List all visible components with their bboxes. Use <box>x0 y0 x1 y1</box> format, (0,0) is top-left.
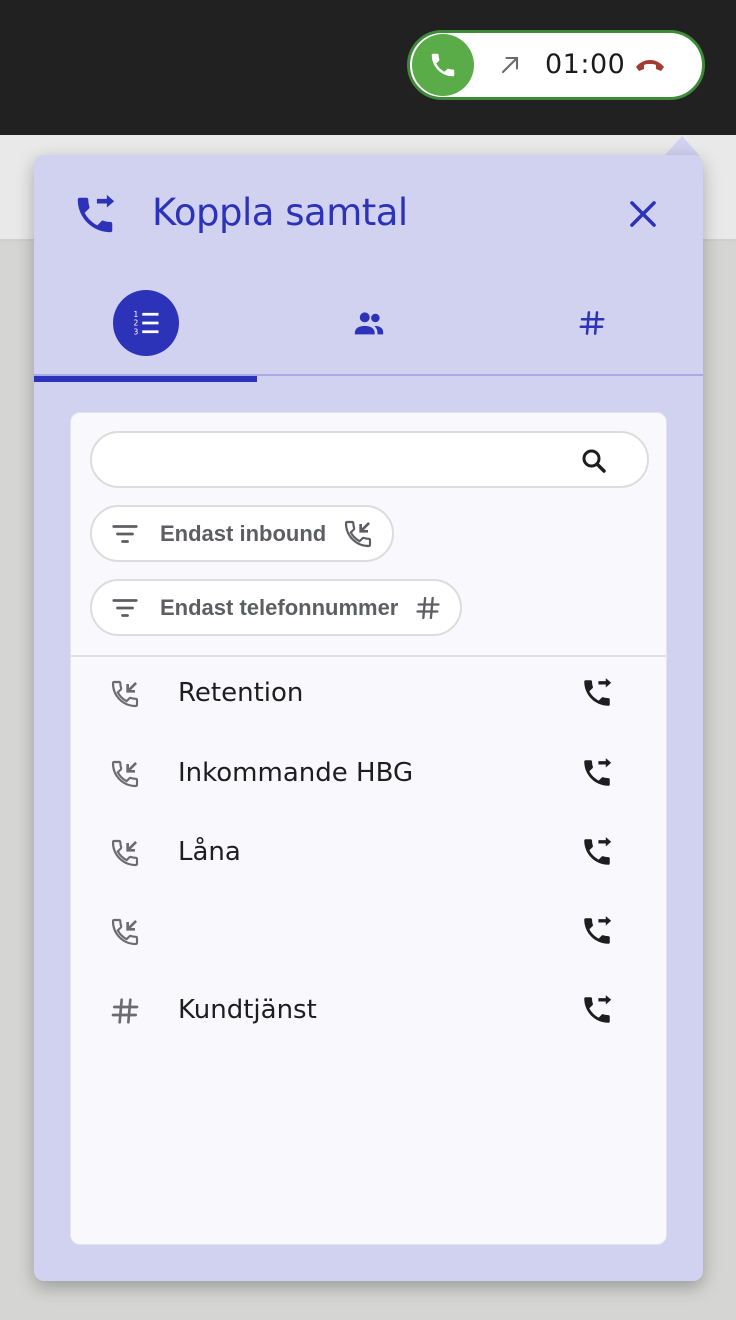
filter-chip-label: Endast inbound <box>160 520 327 546</box>
phone-forward-icon[interactable] <box>580 756 614 790</box>
tab-list[interactable]: 1 2 3 <box>34 285 257 361</box>
active-tab-underline <box>34 376 257 382</box>
panel-title: Koppla samtal <box>152 191 408 234</box>
phone-forward-icon <box>77 194 115 233</box>
phone-incoming-icon <box>109 758 141 790</box>
tab-number[interactable] <box>480 285 703 361</box>
phone-incoming-icon <box>109 678 141 710</box>
hangup-icon[interactable] <box>632 50 668 80</box>
expand-arrow-icon[interactable] <box>496 51 524 79</box>
phone-forward-icon[interactable] <box>580 835 614 869</box>
tab-contacts[interactable] <box>257 285 480 361</box>
svg-text:1: 1 <box>133 310 138 319</box>
destination-list-card: Endast inbound Endast telefonnummer Rete… <box>70 412 668 1245</box>
list-item[interactable]: Kundtjänst <box>71 981 668 1041</box>
filter-icon <box>110 593 140 623</box>
phone-incoming-icon <box>109 837 141 869</box>
hash-icon <box>109 995 141 1027</box>
popover-caret <box>664 136 700 156</box>
active-call-widget: 01:00 <box>407 30 705 100</box>
transfer-call-panel: Koppla samtal 1 2 3 Endast inbound Endas… <box>34 155 703 1281</box>
list-item-label: Inkommande HBG <box>178 758 414 788</box>
svg-text:3: 3 <box>133 327 138 336</box>
list-item-label: Låna <box>178 837 241 867</box>
call-timer: 01:00 <box>545 49 626 80</box>
list-item[interactable]: Låna <box>71 823 668 883</box>
phone-forward-icon[interactable] <box>580 914 614 948</box>
filter-icon <box>110 519 140 549</box>
list-item[interactable] <box>71 902 668 962</box>
list-item-label: Kundtjänst <box>178 995 317 1025</box>
phone-icon <box>428 50 458 80</box>
hash-icon <box>414 594 442 622</box>
list-item-label: Retention <box>178 678 304 708</box>
people-icon <box>354 312 383 335</box>
close-icon[interactable] <box>624 195 662 233</box>
list-item[interactable]: Retention <box>71 664 668 724</box>
phone-forward-icon[interactable] <box>580 993 614 1027</box>
filter-chip-inbound[interactable]: Endast inbound <box>90 505 395 562</box>
numbered-list-icon: 1 2 3 <box>133 310 158 336</box>
filter-chip-phone-numbers[interactable]: Endast telefonnummer <box>90 579 463 636</box>
search-input[interactable] <box>90 431 649 488</box>
list-item[interactable]: Inkommande HBG <box>71 744 668 804</box>
svg-text:2: 2 <box>133 319 138 328</box>
filters-divider <box>71 655 668 657</box>
search-icon[interactable] <box>579 446 609 476</box>
phone-forward-icon[interactable] <box>580 676 614 710</box>
call-status-button[interactable] <box>412 34 474 96</box>
filter-chip-label: Endast telefonnummer <box>160 594 399 620</box>
phone-incoming-icon <box>109 916 141 948</box>
phone-incoming-icon <box>342 518 374 550</box>
tab-active-indicator: 1 2 3 <box>112 290 179 356</box>
hash-icon <box>577 308 607 338</box>
